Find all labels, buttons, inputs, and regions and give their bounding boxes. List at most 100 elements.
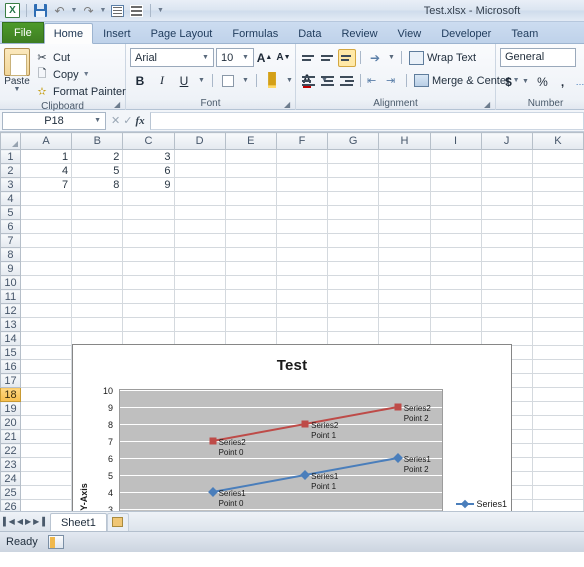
cell-J5[interactable] [480,205,533,220]
view-mode-icon[interactable] [47,535,64,549]
tab-team[interactable]: Team [501,23,548,43]
cell-C9[interactable] [122,261,175,276]
align-right-button[interactable] [338,72,356,90]
name-box-dropdown-icon[interactable]: ▼ [94,117,101,124]
cell-E4[interactable] [224,191,277,206]
cell-H4[interactable] [378,191,431,206]
cell-F10[interactable] [275,275,329,290]
cell-A12[interactable] [19,303,73,318]
cell-E10[interactable] [224,275,277,290]
align-bottom-button[interactable] [338,48,356,67]
cell-K8[interactable] [531,247,584,262]
formula-input[interactable] [149,111,584,130]
cell-A16[interactable] [19,359,73,374]
cell-F12[interactable] [275,303,329,318]
cell-B1[interactable]: 2 [71,149,124,164]
cell-A4[interactable] [19,191,73,206]
row-header-3[interactable]: 3 [0,177,21,192]
cell-C7[interactable] [122,233,175,248]
cell-C11[interactable] [122,289,175,304]
col-header-a[interactable]: A [19,132,73,150]
cell-F11[interactable] [275,289,329,304]
cell-D4[interactable] [173,191,226,206]
col-header-b[interactable]: B [71,132,124,150]
cell-F4[interactable] [275,191,329,206]
cell-K18[interactable] [531,387,584,402]
underline-dropdown-icon[interactable]: ▼ [196,77,207,84]
tab-review[interactable]: Review [331,23,387,43]
align-center-button[interactable] [319,72,337,90]
cut-button[interactable]: ✂ Cut [32,49,129,66]
cell-K9[interactable] [531,261,584,276]
tab-data[interactable]: Data [288,23,331,43]
cell-A13[interactable] [19,317,73,332]
cell-A20[interactable] [19,415,73,430]
cell-C12[interactable] [122,303,175,318]
percent-button[interactable]: % [534,72,551,92]
cell-A3[interactable]: 7 [19,177,73,192]
font-dialog-launcher-icon[interactable]: ◢ [284,100,293,109]
cell-I5[interactable] [429,205,482,220]
row-header-12[interactable]: 12 [0,303,21,318]
cell-A21[interactable] [19,429,73,444]
row-header-10[interactable]: 10 [0,275,21,290]
cell-A18[interactable] [19,387,73,402]
cell-J8[interactable] [480,247,533,262]
customize-qat-icon[interactable]: ▼ [156,3,165,19]
cell-A17[interactable] [19,373,73,388]
cell-J10[interactable] [480,275,533,290]
cell-E7[interactable] [224,233,277,248]
cell-G13[interactable] [327,317,380,332]
cell-F9[interactable] [275,261,329,276]
grow-font-button[interactable]: A ▲ [256,48,273,68]
cell-E9[interactable] [224,261,277,276]
currency-button[interactable]: $ [500,72,517,92]
cell-A1[interactable]: 1 [19,149,73,164]
cell-G2[interactable] [327,163,380,178]
save-icon[interactable] [32,3,49,19]
cell-I13[interactable] [429,317,482,332]
cell-K10[interactable] [531,275,584,290]
row-header-24[interactable]: 24 [0,471,21,486]
next-sheet-icon[interactable]: ▶ [25,517,31,526]
cell-D11[interactable] [173,289,226,304]
select-all-corner[interactable] [0,132,21,150]
cell-A25[interactable] [19,485,73,500]
comma-button[interactable]: , [554,72,571,92]
cell-K12[interactable] [531,303,584,318]
data-point-Series2-0[interactable] [209,437,217,445]
cell-F13[interactable] [275,317,329,332]
data-point-Series2-2[interactable] [394,403,402,411]
cell-C1[interactable]: 3 [122,149,175,164]
row-header-7[interactable]: 7 [0,233,21,248]
cell-B3[interactable]: 8 [71,177,124,192]
cell-J3[interactable] [480,177,533,192]
cell-H9[interactable] [378,261,431,276]
row-header-13[interactable]: 13 [0,317,21,332]
cell-K5[interactable] [531,205,584,220]
increase-indent-button[interactable]: ⇥ [384,72,402,90]
cell-G11[interactable] [327,289,380,304]
cancel-formula-icon[interactable]: ✕ [111,114,120,127]
row-header-26[interactable]: 26 [0,499,21,511]
cell-B8[interactable] [71,247,124,262]
col-header-d[interactable]: D [173,132,226,150]
cell-B4[interactable] [71,191,124,206]
align-middle-button[interactable] [319,49,337,67]
cell-A8[interactable] [19,247,73,262]
col-header-j[interactable]: J [480,132,533,150]
cell-J9[interactable] [480,261,533,276]
row-header-14[interactable]: 14 [0,331,21,346]
tab-developer[interactable]: Developer [431,23,501,43]
sort-icon[interactable] [109,3,126,19]
cell-G5[interactable] [327,205,380,220]
cell-A6[interactable] [19,219,73,234]
cell-I11[interactable] [429,289,482,304]
cell-I9[interactable] [429,261,482,276]
cell-E6[interactable] [224,219,277,234]
row-header-15[interactable]: 15 [0,345,21,360]
cell-J4[interactable] [480,191,533,206]
enter-formula-icon[interactable]: ✓ [123,114,132,127]
cell-J2[interactable] [480,163,533,178]
row-header-25[interactable]: 25 [0,485,21,500]
